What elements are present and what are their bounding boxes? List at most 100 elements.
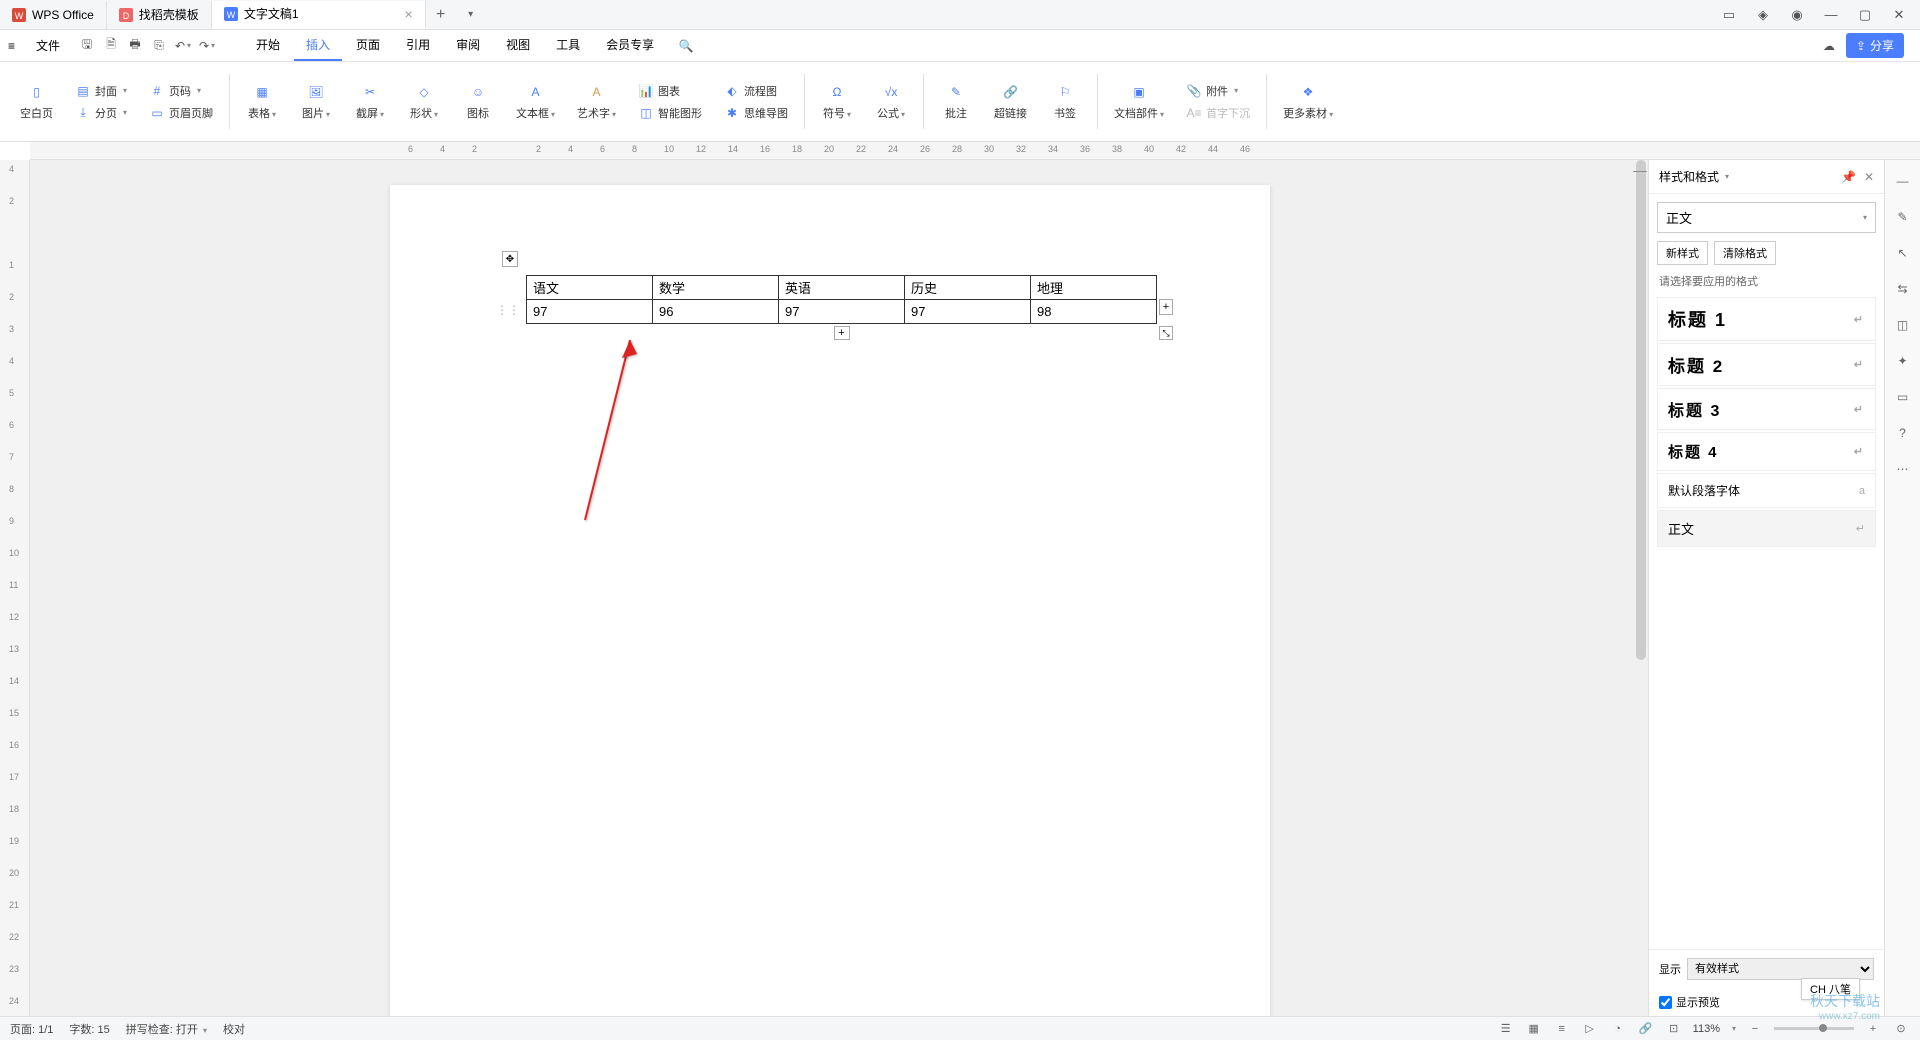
panel-title-caret-icon[interactable]: ▾ — [1725, 172, 1729, 181]
table-drag-handle-icon[interactable]: ⋮⋮ — [496, 303, 508, 315]
ribbon-table[interactable]: ▦表格▾ — [242, 80, 282, 123]
ribbon-page-number[interactable]: #页码▾ — [145, 81, 217, 101]
print-icon[interactable]: 🖶 — [126, 37, 144, 55]
tab-app[interactable]: W WPS Office — [0, 1, 107, 29]
status-words[interactable]: 字数: 15 — [69, 1021, 109, 1037]
ribbon-symbol[interactable]: Ω符号▾ — [817, 80, 857, 123]
ribbon-wordart[interactable]: A艺术字▾ — [573, 80, 620, 123]
status-zoom[interactable]: 113% — [1693, 1023, 1720, 1035]
ribbon-blank-page[interactable]: ▯空白页 — [16, 80, 57, 123]
tab-doc[interactable]: W 文字文稿1 × — [212, 1, 426, 29]
cell[interactable]: 97 — [779, 300, 905, 324]
tab-close-icon[interactable]: × — [405, 6, 413, 22]
tab-template[interactable]: D 找稻壳模板 — [107, 1, 212, 29]
menu-tab-view[interactable]: 视图 — [494, 30, 542, 61]
newtab-caret[interactable]: ▾ — [456, 9, 486, 20]
menu-tab-page[interactable]: 页面 — [344, 30, 392, 61]
ribbon-cover[interactable]: ▤封面▾ — [71, 81, 131, 101]
style-item-default-font[interactable]: 默认段落字体a — [1657, 473, 1876, 508]
show-select[interactable]: 有效样式 — [1687, 958, 1874, 980]
menu-tab-member[interactable]: 会员专享 — [594, 30, 666, 61]
redo-icon[interactable]: ↷▾ — [198, 37, 216, 55]
new-style-button[interactable]: 新样式 — [1657, 241, 1708, 265]
ribbon-shape[interactable]: ◇形状▾ — [404, 80, 444, 123]
ribbon-hyperlink[interactable]: 🔗超链接 — [990, 80, 1031, 123]
side-edit-icon[interactable]: ✎ — [1892, 206, 1914, 228]
scroll-thumb[interactable] — [1636, 160, 1646, 660]
side-help-icon[interactable]: ? — [1892, 422, 1914, 444]
menu-tab-start[interactable]: 开始 — [244, 30, 292, 61]
table-add-row-icon[interactable]: + — [834, 326, 850, 340]
style-item-h2[interactable]: 标题 2↵ — [1657, 343, 1876, 386]
undo-icon[interactable]: ↶▾ — [174, 37, 192, 55]
panel-close-icon[interactable]: ✕ — [1864, 170, 1874, 184]
ribbon-textbox[interactable]: A文本框▾ — [512, 80, 559, 123]
newtab-button[interactable]: + — [426, 6, 456, 24]
status-view-web-icon[interactable]: ≡ — [1553, 1020, 1571, 1038]
cell[interactable]: 97 — [527, 300, 653, 324]
ruler-horizontal[interactable]: 6 4 2 2 4 6 8 10 12 14 16 18 20 22 24 26… — [30, 142, 1920, 160]
ribbon-flowchart[interactable]: ⬖流程图 — [720, 81, 792, 101]
style-item-body[interactable]: 正文↵ — [1657, 510, 1876, 547]
close-window-icon[interactable]: ✕ — [1886, 2, 1912, 28]
menu-search-icon[interactable]: 🔍 — [674, 39, 698, 53]
data-table[interactable]: 语文 数学 英语 历史 地理 97 96 97 97 98 — [526, 275, 1157, 324]
ribbon-comment[interactable]: ✎批注 — [936, 80, 976, 123]
ribbon-bookmark[interactable]: ⚐书签 — [1045, 80, 1085, 123]
ribbon-header-footer[interactable]: ▭页眉页脚 — [145, 103, 217, 123]
side-select-icon[interactable]: ↖ — [1892, 242, 1914, 264]
preview-checkbox[interactable] — [1659, 996, 1672, 1009]
cube-icon[interactable]: ◈ — [1750, 2, 1776, 28]
clear-format-button[interactable]: 清除格式 — [1714, 241, 1776, 265]
table-move-handle-icon[interactable]: ✥ — [502, 251, 518, 267]
menu-tab-reference[interactable]: 引用 — [394, 30, 442, 61]
cell[interactable]: 97 — [905, 300, 1031, 324]
panel-pin-icon[interactable]: 📌 — [1841, 170, 1856, 184]
ime-indicator[interactable]: CH 八笔 — [1801, 978, 1860, 1000]
ribbon-smart-graphic[interactable]: ◫智能图形 — [634, 103, 706, 123]
cell[interactable]: 数学 — [653, 276, 779, 300]
status-view-print-icon[interactable]: ☰ — [1497, 1020, 1515, 1038]
status-fit-icon[interactable]: ⊡ — [1665, 1020, 1683, 1038]
zoom-reset-icon[interactable]: ⊙ — [1892, 1020, 1910, 1038]
menu-file[interactable]: 文件 — [28, 33, 68, 58]
menu-hamburger-icon[interactable]: ≡ — [8, 39, 24, 53]
maximize-icon[interactable]: ▢ — [1852, 2, 1878, 28]
menu-tab-tools[interactable]: 工具 — [544, 30, 592, 61]
ribbon-dropcap[interactable]: A≡首字下沉 — [1182, 103, 1254, 123]
zoom-out-icon[interactable]: − — [1746, 1020, 1764, 1038]
style-item-h4[interactable]: 标题 4↵ — [1657, 432, 1876, 471]
print-quick-icon[interactable]: ⎘ — [150, 37, 168, 55]
minimize-icon[interactable]: — — [1818, 2, 1844, 28]
side-shapes-icon[interactable]: ◫ — [1892, 314, 1914, 336]
ribbon-formula[interactable]: √x公式▾ — [871, 80, 911, 123]
cell[interactable]: 96 — [653, 300, 779, 324]
ribbon-icon[interactable]: ☺图标 — [458, 80, 498, 123]
cell[interactable]: 语文 — [527, 276, 653, 300]
style-item-h3[interactable]: 标题 3↵ — [1657, 388, 1876, 430]
zoom-slider[interactable] — [1774, 1027, 1854, 1030]
cell[interactable]: 历史 — [905, 276, 1031, 300]
share-button[interactable]: ⇪分享 — [1846, 33, 1904, 58]
status-view-focus-icon[interactable]: ◔ — [1609, 1020, 1627, 1038]
ribbon-page-break[interactable]: ⤓分页▾ — [71, 103, 131, 123]
menu-tab-insert[interactable]: 插入 — [294, 30, 342, 61]
cell[interactable]: 英语 — [779, 276, 905, 300]
table-add-column-icon[interactable]: + — [1159, 299, 1173, 315]
cell[interactable]: 地理 — [1031, 276, 1157, 300]
status-link-icon[interactable]: 🔗 — [1637, 1020, 1655, 1038]
ribbon-picture[interactable]: 🖼图片▾ — [296, 80, 336, 123]
side-reading-icon[interactable]: ▭ — [1892, 386, 1914, 408]
cell[interactable]: 98 — [1031, 300, 1157, 324]
status-spell[interactable]: 拼写检查: 打开 ▾ — [126, 1021, 207, 1037]
ribbon-attachment[interactable]: 📎附件▾ — [1182, 81, 1254, 101]
status-view-outline-icon[interactable]: ▦ — [1525, 1020, 1543, 1038]
cloud-icon[interactable]: ☁ — [1820, 37, 1838, 55]
side-settings-icon[interactable]: ⇆ — [1892, 278, 1914, 300]
ribbon-chart[interactable]: 📊图表 — [634, 81, 706, 101]
avatar-icon[interactable]: ◉ — [1784, 2, 1810, 28]
save-icon[interactable]: 🖫 — [78, 37, 96, 55]
status-proof[interactable]: 校对 — [223, 1021, 245, 1037]
current-style-select[interactable]: 正文 ▾ — [1657, 202, 1876, 233]
device-icon[interactable]: ▭ — [1716, 2, 1742, 28]
